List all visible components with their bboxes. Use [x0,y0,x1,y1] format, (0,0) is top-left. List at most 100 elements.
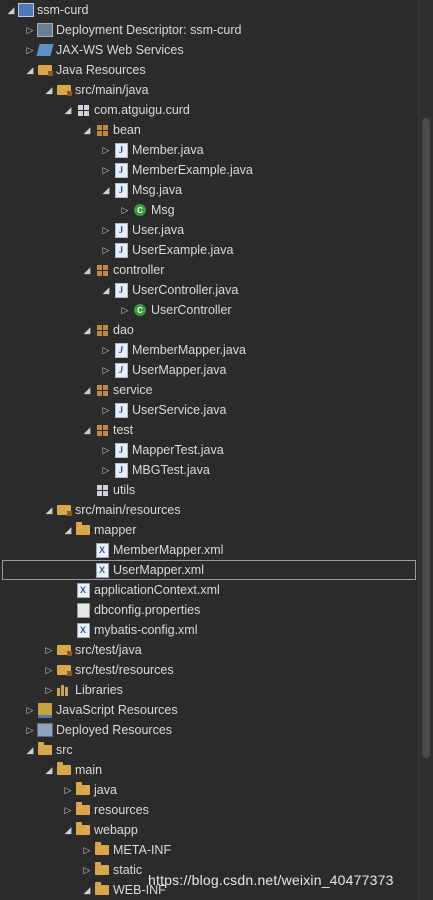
expanded-arrow-icon[interactable]: ◢ [25,60,35,80]
tree-item[interactable]: XapplicationContext.xml [0,580,419,600]
tree-item[interactable]: ◢ src/main/java [0,80,419,100]
expanded-arrow-icon[interactable]: ◢ [82,320,92,340]
tree-item[interactable]: ▷ src/test/java [0,640,419,660]
deployed-resources-icon [37,722,53,738]
tree-item[interactable]: ▷ J Member.java [0,140,419,160]
tree-item-label: src/test/java [75,643,142,657]
expanded-arrow-icon[interactable]: ◢ [25,740,35,760]
collapsed-arrow-icon[interactable]: ▷ [101,220,111,240]
tree-item[interactable]: ◢ dao [0,320,419,340]
collapsed-arrow-icon[interactable]: ▷ [25,20,35,40]
tree-item[interactable]: ◢ com.atguigu.curd [0,100,419,120]
expanded-arrow-icon[interactable]: ◢ [63,520,73,540]
expanded-arrow-icon[interactable]: ◢ [63,100,73,120]
expanded-arrow-icon[interactable]: ◢ [44,760,54,780]
tree-item-label: META-INF [113,843,172,857]
collapsed-arrow-icon[interactable]: ▷ [101,140,111,160]
tree-item[interactable]: ◢ bean [0,120,419,140]
java-interface-icon: J [113,362,129,378]
collapsed-arrow-icon[interactable]: ▷ [101,240,111,260]
tree-item[interactable]: ▷ src/test/resources [0,660,419,680]
collapsed-arrow-icon[interactable]: ▷ [44,660,54,680]
tree-item-label: Member.java [132,143,204,157]
collapsed-arrow-icon[interactable]: ▷ [101,440,111,460]
collapsed-arrow-icon[interactable]: ▷ [44,640,54,660]
tree-item[interactable]: ◢ webapp [0,820,419,840]
tree-item[interactable]: ▷ JavaScript Resources [0,700,419,720]
collapsed-arrow-icon[interactable]: ▷ [63,800,73,820]
expanded-arrow-icon[interactable]: ◢ [101,280,111,300]
tree-item-label: MemberMapper.java [132,343,246,357]
tree-item[interactable]: ▷ C Msg [0,200,419,220]
collapsed-arrow-icon[interactable]: ▷ [120,200,130,220]
tree-item[interactable]: ◢ Java Resources [0,60,419,80]
tree-item[interactable]: ◢ controller [0,260,419,280]
tree-item[interactable]: ▷ J MemberExample.java [0,160,419,180]
tree-item[interactable]: ◢ mapper [0,520,419,540]
collapsed-arrow-icon[interactable]: ▷ [63,780,73,800]
tree-item[interactable]: ▷ J UserService.java [0,400,419,420]
expanded-arrow-icon[interactable]: ◢ [63,820,73,840]
tree-item[interactable]: ▷ Libraries [0,680,419,700]
expanded-arrow-icon[interactable]: ◢ [6,0,16,20]
tree-item[interactable]: ◢ J Msg.java [0,180,419,200]
collapsed-arrow-icon[interactable]: ▷ [25,720,35,740]
tree-item[interactable]: ▷ Deployment Descriptor: ssm-curd [0,20,419,40]
scrollbar-thumb[interactable] [422,118,430,758]
tree-item-label: main [75,763,103,777]
tree-item[interactable]: X UserMapper.xml [2,560,416,580]
collapsed-arrow-icon[interactable]: ▷ [82,860,92,880]
tree-item[interactable]: X MemberMapper.xml [0,540,419,560]
collapsed-arrow-icon[interactable]: ▷ [120,300,130,320]
tree-item-label: UserMapper.xml [113,563,204,577]
tree-item[interactable]: dbconfig.properties [0,600,419,620]
collapsed-arrow-icon[interactable]: ▷ [25,40,35,60]
tree-item[interactable]: ▷ META-INF [0,840,419,860]
expanded-arrow-icon[interactable]: ◢ [44,80,54,100]
tree-item[interactable]: ◢ src [0,740,419,760]
expanded-arrow-icon[interactable]: ◢ [82,880,92,900]
collapsed-arrow-icon[interactable]: ▷ [82,840,92,860]
tree-item[interactable]: Xmybatis-config.xml [0,620,419,640]
tree-item[interactable]: ◢ ssm-curd [0,0,419,20]
xml-file-icon: X [75,582,91,598]
tree-item[interactable]: ◢ src/main/resources [0,500,419,520]
tree-item[interactable]: ▷ J MapperTest.java [0,440,419,460]
tree-item[interactable]: ▷ java [0,780,419,800]
tree-item[interactable]: ◢ test [0,420,419,440]
tree-item-label: UserController.java [132,283,239,297]
tree-item[interactable]: ▷ J UserExample.java [0,240,419,260]
tree-item[interactable]: ▷ C UserController [0,300,419,320]
expanded-arrow-icon[interactable]: ◢ [82,380,92,400]
collapsed-arrow-icon[interactable]: ▷ [101,340,111,360]
collapsed-arrow-icon[interactable]: ▷ [101,400,111,420]
tree-item[interactable]: ▷ J MemberMapper.java [0,340,419,360]
tree-item[interactable]: ▷ resources [0,800,419,820]
expanded-arrow-icon[interactable]: ◢ [44,500,54,520]
tree-item-label: Deployment Descriptor: ssm-curd [56,23,242,37]
expanded-arrow-icon[interactable]: ◢ [82,120,92,140]
collapsed-arrow-icon[interactable]: ▷ [25,700,35,720]
vertical-scrollbar[interactable] [418,0,433,900]
tree-item[interactable]: ▷ J MBGTest.java [0,460,419,480]
java-file-icon: J [113,442,129,458]
collapsed-arrow-icon[interactable]: ▷ [101,360,111,380]
folder-icon [94,842,110,858]
tree-item[interactable]: ◢ main [0,760,419,780]
collapsed-arrow-icon[interactable]: ▷ [44,680,54,700]
tree-item[interactable]: ◢ J UserController.java [0,280,419,300]
expanded-arrow-icon[interactable]: ◢ [82,260,92,280]
tree-item-label: MemberMapper.xml [113,543,224,557]
expanded-arrow-icon[interactable]: ◢ [82,420,92,440]
tree-item[interactable]: ▷ Deployed Resources [0,720,419,740]
expanded-arrow-icon[interactable]: ◢ [101,180,111,200]
tree-item[interactable]: ▷ J UserMapper.java [0,360,419,380]
tree-item[interactable]: ◢ service [0,380,419,400]
collapsed-arrow-icon[interactable]: ▷ [101,460,111,480]
source-folder-icon [56,82,72,98]
tree-item[interactable]: ▷ JAX-WS Web Services [0,40,419,60]
tree-item[interactable]: ▷ J User.java [0,220,419,240]
tree-item[interactable]: utils [0,480,419,500]
tree-item-label: MapperTest.java [132,443,224,457]
collapsed-arrow-icon[interactable]: ▷ [101,160,111,180]
